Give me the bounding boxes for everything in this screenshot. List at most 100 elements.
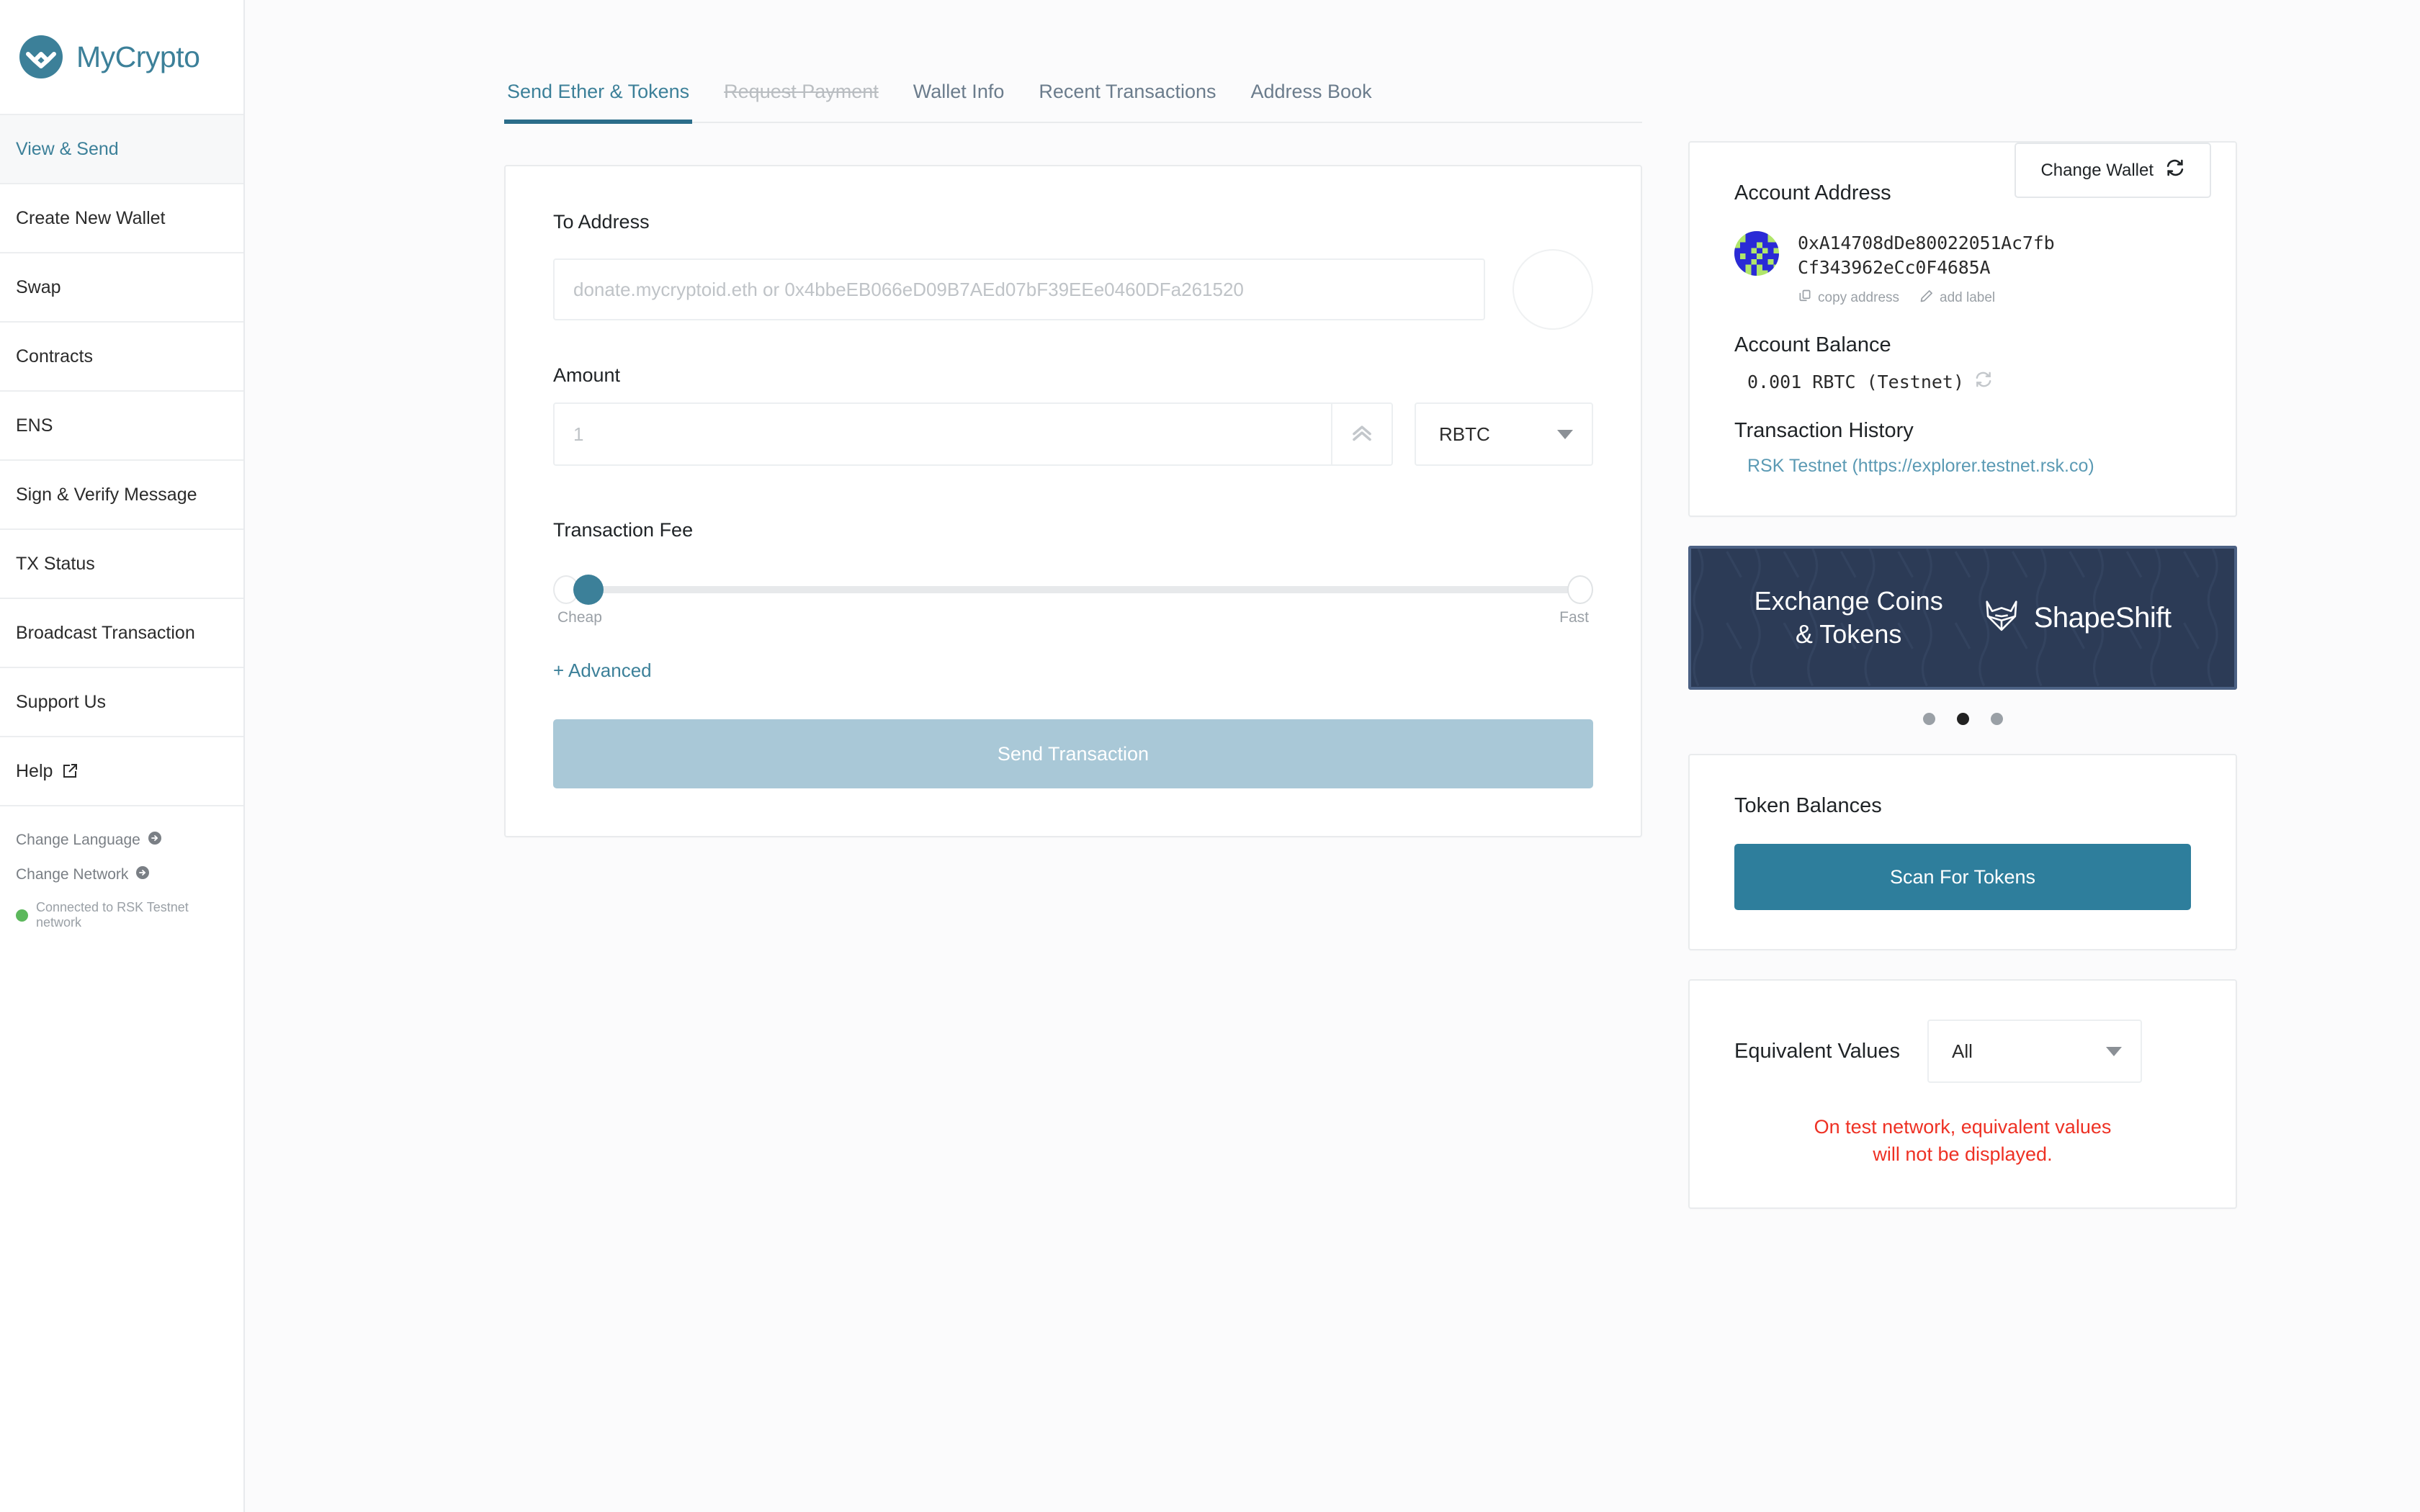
slider-track bbox=[559, 586, 1583, 593]
warning-line-2: will not be displayed. bbox=[1873, 1143, 2053, 1166]
arrow-circle-right-icon bbox=[148, 831, 162, 850]
sidebar: MyCrypto View & Send Create New Wallet S… bbox=[0, 0, 245, 1512]
sidebar-item-label: Create New Wallet bbox=[16, 207, 166, 228]
right-column: Account Address 0xA14708dDe80022051Ac7fb… bbox=[1688, 141, 2237, 1238]
change-language-link[interactable]: Change Language bbox=[16, 831, 228, 850]
sidebar-item-broadcast-transaction[interactable]: Broadcast Transaction bbox=[0, 599, 243, 668]
account-address-row: 0xA14708dDe80022051Ac7fb Cf343962eCc0F46… bbox=[1734, 231, 2191, 307]
equivalent-values-row: Equivalent Values All bbox=[1734, 1020, 2191, 1083]
chevron-down-icon bbox=[1557, 429, 1573, 439]
sidebar-item-tx-status[interactable]: TX Status bbox=[0, 530, 243, 599]
currency-select[interactable]: RBTC bbox=[1415, 402, 1593, 466]
to-address-input[interactable] bbox=[553, 258, 1485, 320]
shapeshift-brand-text: ShapeShift bbox=[2033, 601, 2172, 634]
tab-wallet-info[interactable]: Wallet Info bbox=[910, 81, 1008, 122]
currency-selected-label: RBTC bbox=[1439, 423, 1490, 445]
refresh-icon bbox=[2165, 158, 2185, 183]
sidebar-item-label: Sign & Verify Message bbox=[16, 484, 197, 505]
carousel-dot-3[interactable] bbox=[1990, 713, 2003, 725]
change-wallet-label: Change Wallet bbox=[2040, 160, 2154, 180]
account-address-line-2: Cf343962eCc0F4685A bbox=[1798, 257, 1991, 278]
warning-line-1: On test network, equivalent values bbox=[1814, 1116, 2112, 1138]
arrow-circle-right-icon bbox=[135, 865, 150, 884]
account-address-actions: copy address add label bbox=[1798, 289, 2054, 307]
send-transaction-button[interactable]: Send Transaction bbox=[553, 719, 1593, 788]
sidebar-item-label: Help bbox=[16, 760, 53, 781]
shapeshift-promo-banner[interactable]: Exchange Coins & Tokens ShapeShift bbox=[1688, 546, 2237, 690]
brand-name: MyCrypto bbox=[76, 40, 200, 73]
amount-field-wrapper bbox=[553, 402, 1393, 466]
account-balance-value: 0.001 RBTC (Testnet) bbox=[1747, 371, 1965, 392]
tab-label: Recent Transactions bbox=[1039, 81, 1216, 102]
promo-carousel: Exchange Coins & Tokens ShapeShift bbox=[1688, 546, 2237, 725]
sidebar-item-label: Broadcast Transaction bbox=[16, 622, 195, 643]
transaction-history-title: Transaction History bbox=[1734, 419, 1914, 442]
tab-address-book[interactable]: Address Book bbox=[1247, 81, 1374, 122]
amount-stepper-button[interactable] bbox=[1331, 404, 1392, 464]
change-network-link[interactable]: Change Network bbox=[16, 865, 228, 884]
change-wallet-button[interactable]: Change Wallet bbox=[2015, 143, 2211, 198]
tab-label: Send Ether & Tokens bbox=[507, 81, 690, 102]
amount-label: Amount bbox=[553, 364, 621, 386]
transaction-fee-slider[interactable] bbox=[553, 566, 1593, 618]
promo-line-1: Exchange Coins bbox=[1754, 585, 1943, 616]
transaction-history-link[interactable]: RSK Testnet (https://explorer.testnet.rs… bbox=[1734, 456, 2094, 477]
scan-for-tokens-button[interactable]: Scan For Tokens bbox=[1734, 844, 2191, 910]
amount-input[interactable] bbox=[555, 404, 1331, 464]
tab-label: Wallet Info bbox=[913, 81, 1005, 102]
sidebar-item-contracts[interactable]: Contracts bbox=[0, 323, 243, 392]
change-language-label: Change Language bbox=[16, 832, 140, 848]
sidebar-item-sign-and-verify-message[interactable]: Sign & Verify Message bbox=[0, 461, 243, 530]
status-indicator-dot bbox=[16, 909, 28, 922]
shapeshift-logo: ShapeShift bbox=[1981, 595, 2172, 641]
carousel-dot-1[interactable] bbox=[1922, 713, 1935, 725]
transaction-fee-label: Transaction Fee bbox=[553, 519, 694, 541]
advanced-toggle-link[interactable]: + Advanced bbox=[553, 660, 652, 682]
equivalent-values-select[interactable]: All bbox=[1927, 1020, 2143, 1083]
add-label-text: add label bbox=[1940, 290, 1996, 305]
tab-recent-transactions[interactable]: Recent Transactions bbox=[1036, 81, 1219, 122]
sidebar-item-help[interactable]: Help bbox=[0, 737, 243, 806]
network-status-label: Connected to RSK Testnet network bbox=[36, 900, 189, 930]
add-label-button[interactable]: add label bbox=[1919, 289, 1995, 307]
carousel-dots bbox=[1688, 713, 2237, 725]
send-transaction-card: To Address Amount bbox=[504, 165, 1642, 837]
equivalent-values-panel: Equivalent Values All On test network, e… bbox=[1688, 979, 2237, 1209]
equivalent-values-selected-label: All bbox=[1952, 1040, 1973, 1062]
promo-text: Exchange Coins & Tokens bbox=[1754, 585, 1943, 651]
refresh-balance-icon[interactable] bbox=[1974, 370, 1993, 393]
sidebar-item-view-and-send[interactable]: View & Send bbox=[0, 115, 243, 184]
slider-max-marker bbox=[1567, 575, 1593, 604]
brand-logo[interactable]: MyCrypto bbox=[0, 0, 243, 115]
equivalent-values-title: Equivalent Values bbox=[1734, 1039, 1901, 1063]
sidebar-item-ens[interactable]: ENS bbox=[0, 392, 243, 461]
carousel-dot-2[interactable] bbox=[1956, 713, 1969, 725]
to-address-row bbox=[553, 249, 1593, 330]
copy-address-button[interactable]: copy address bbox=[1798, 289, 1899, 307]
tab-label: Request Payment bbox=[724, 81, 879, 102]
amount-row: RBTC bbox=[553, 402, 1593, 466]
mycrypto-logo-icon bbox=[19, 35, 63, 79]
sidebar-footer: Change Language Change Network Connected… bbox=[0, 806, 243, 930]
copy-address-label: copy address bbox=[1818, 290, 1900, 305]
tab-label: Address Book bbox=[1250, 81, 1372, 102]
tab-bar: Send Ether & Tokens Request Payment Wall… bbox=[504, 81, 1642, 124]
account-address-line-1: 0xA14708dDe80022051Ac7fb bbox=[1798, 233, 2055, 253]
fox-head-icon bbox=[1981, 595, 2022, 641]
sidebar-item-create-new-wallet[interactable]: Create New Wallet bbox=[0, 184, 243, 253]
slider-handle[interactable] bbox=[573, 575, 604, 605]
sidebar-item-swap[interactable]: Swap bbox=[0, 253, 243, 323]
sidebar-item-label: Contracts bbox=[16, 346, 93, 366]
recipient-identicon-placeholder bbox=[1512, 249, 1593, 330]
external-link-icon bbox=[61, 762, 79, 780]
network-status: Connected to RSK Testnet network bbox=[16, 900, 228, 930]
sidebar-item-support-us[interactable]: Support Us bbox=[0, 668, 243, 737]
account-balance-title: Account Balance bbox=[1734, 333, 1891, 356]
sidebar-item-label: Support Us bbox=[16, 691, 107, 712]
account-balance-section: Account Balance 0.001 RBTC (Testnet) bbox=[1734, 333, 2191, 393]
account-address-text-block: 0xA14708dDe80022051Ac7fb Cf343962eCc0F46… bbox=[1798, 231, 2055, 307]
left-column: Send Ether & Tokens Request Payment Wall… bbox=[504, 81, 1642, 1238]
tab-send-ether-and-tokens[interactable]: Send Ether & Tokens bbox=[504, 81, 693, 124]
testnet-warning-message: On test network, equivalent values will … bbox=[1734, 1113, 2191, 1169]
copy-icon bbox=[1798, 289, 1812, 307]
